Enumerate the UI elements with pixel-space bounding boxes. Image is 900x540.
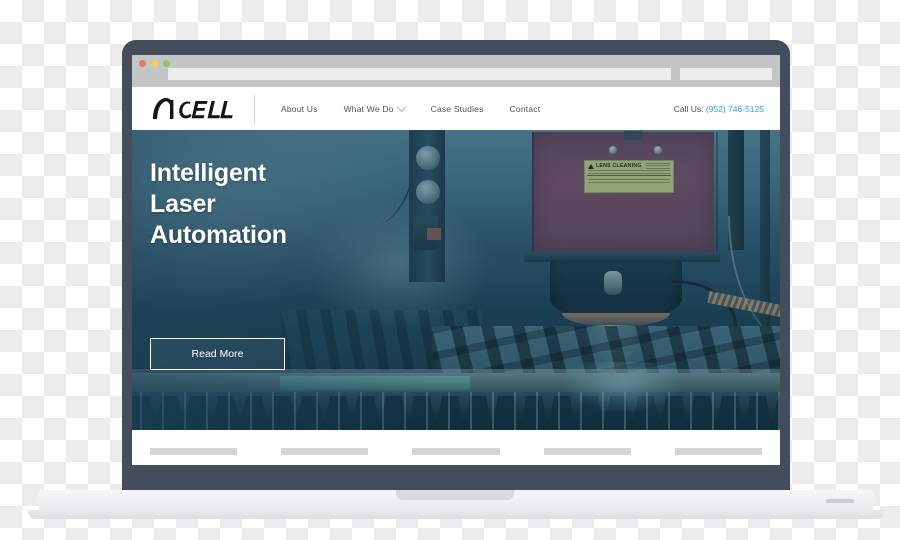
placeholder-bar-1 [150,448,238,455]
placeholder-bar-4 [543,448,631,455]
header-phone[interactable]: Call Us: (952) 746-5125 [674,104,764,114]
minimize-window-button[interactable] [151,60,158,67]
placeholder-bar-5 [674,448,763,455]
call-us-label: Call Us: [673,103,704,114]
close-window-button[interactable] [139,60,146,67]
read-more-button[interactable]: Read More [150,338,285,370]
maximize-window-button[interactable] [163,60,170,67]
site-header-nav: About Us What We Do Case Studies Contact… [132,87,780,130]
nav-item-about-us-label: About Us [281,103,318,114]
placeholder-bar-2 [281,448,369,455]
laptop-foot [826,499,854,503]
nav-item-about-us[interactable]: About Us [281,104,318,114]
placeholder-bar-3 [412,448,500,455]
browser-toolbar [168,68,772,80]
hero-headline: Intelligent Laser Automation [150,159,287,249]
primary-nav: About Us What We Do Case Studies Contact [281,102,541,114]
read-more-button-label: Read More [191,348,244,360]
phone-number-link[interactable]: (952) 746-5125 [706,104,764,114]
browser-chrome [132,55,780,87]
nav-item-contact-label: Contact [509,103,541,114]
hero-section: LENS CLEANING [132,130,780,430]
nav-divider [254,94,255,123]
laptop-base-lip [28,510,884,519]
nav-item-what-we-do-label: What We Do [343,103,394,114]
nav-item-what-we-do[interactable]: What We Do [343,102,407,114]
address-bar-input[interactable] [168,68,671,80]
footer-placeholder-strip [132,430,780,465]
laptop-trackpad-notch [396,490,514,500]
hero-copy: Intelligent Laser Automation [150,158,287,251]
nav-item-case-studies[interactable]: Case Studies [431,104,484,114]
screenshot-stage: About Us What We Do Case Studies Contact… [0,0,900,540]
chevron-down-icon [396,102,407,113]
nav-item-contact[interactable]: Contact [510,104,541,114]
browser-window: About Us What We Do Case Studies Contact… [132,55,780,465]
nav-item-case-studies-label: Case Studies [430,103,484,114]
ncell-wordmark-logo[interactable] [150,96,242,122]
browser-search-input[interactable] [680,68,772,80]
window-traffic-lights[interactable] [139,60,170,67]
